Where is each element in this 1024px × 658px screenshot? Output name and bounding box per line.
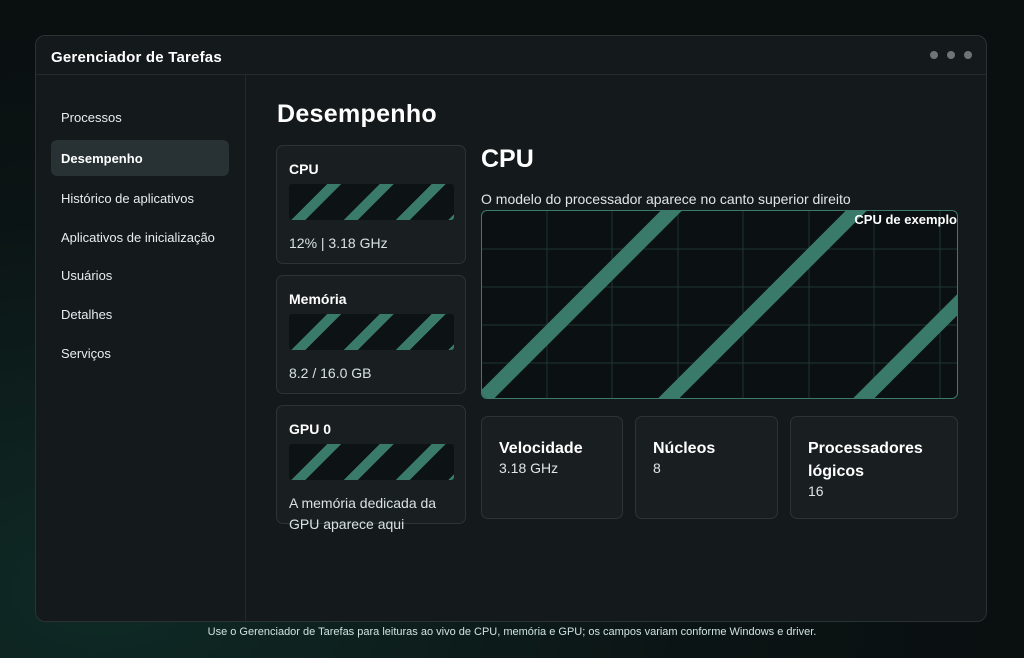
sidebar-item-label: Usuários	[61, 267, 113, 283]
cpu-graph-svg	[482, 211, 957, 398]
sidebar-item-label: Aplicativos de inicialização	[61, 229, 215, 245]
sidebar-item-historico[interactable]: Histórico de aplicativos	[51, 180, 229, 216]
stat-value: 16	[808, 483, 824, 499]
cpu-model-label: CPU de exemplo	[854, 212, 957, 227]
sidebar-item-label: Processos	[61, 109, 122, 125]
card-title: GPU 0	[289, 421, 332, 437]
card-title: Memória	[289, 291, 347, 307]
footer-note: Use o Gerenciador de Tarefas para leitur…	[207, 626, 817, 638]
detail-title: CPU	[481, 145, 534, 173]
window-control-dot-2[interactable]	[947, 51, 955, 59]
stat-label: Processadores lógicos	[808, 440, 923, 480]
sidebar-item-processos[interactable]: Processos	[51, 99, 229, 135]
card-value: 8.2 / 16.0 GB	[289, 365, 372, 381]
window-controls	[930, 51, 972, 59]
gpu-usage-sparkline	[289, 444, 454, 480]
sidebar-item-label: Serviços	[61, 345, 111, 361]
sidebar-item-inicializacao[interactable]: Aplicativos de inicialização	[51, 219, 229, 255]
title-bar: Gerenciador de Tarefas	[36, 36, 986, 75]
page-title: Desempenho	[277, 100, 437, 128]
graph-stripes	[482, 211, 957, 398]
sidebar-item-label: Detalhes	[61, 306, 113, 322]
stat-value: 3.18 GHz	[499, 460, 559, 476]
card-value: A memória dedicada da GPU aparece aqui	[289, 495, 437, 532]
stat-nucleos: Núcleos 8	[635, 416, 778, 519]
window-control-dot-1[interactable]	[930, 51, 938, 59]
window-control-dot-3[interactable]	[964, 51, 972, 59]
card-title: CPU	[289, 161, 319, 177]
stat-value: 8	[653, 460, 661, 476]
cpu-usage-graph: CPU de exemplo	[481, 210, 958, 399]
sidebar-item-label: Desempenho	[61, 150, 143, 166]
stat-label: Núcleos	[653, 440, 716, 457]
task-manager-window: Gerenciador de Tarefas Processos Desempe…	[35, 35, 987, 622]
sidebar: Processos Desempenho Histórico de aplica…	[36, 75, 246, 621]
memory-usage-sparkline	[289, 314, 454, 350]
app-title: Gerenciador de Tarefas	[51, 49, 222, 66]
perf-card-cpu[interactable]: CPU 12% | 3.18 GHz	[276, 145, 466, 264]
perf-card-gpu[interactable]: GPU 0 A memória dedicada da GPU aparece …	[276, 405, 466, 532]
stat-processadores-logicos: Processadores lógicos 16	[790, 416, 958, 519]
sidebar-item-desempenho[interactable]: Desempenho	[51, 140, 229, 176]
stat-label: Velocidade	[499, 440, 583, 457]
perf-card-memory[interactable]: Memória 8.2 / 16.0 GB	[276, 275, 466, 394]
sidebar-item-usuarios[interactable]: Usuários	[51, 257, 229, 293]
sidebar-item-detalhes[interactable]: Detalhes	[51, 296, 229, 332]
stat-velocidade: Velocidade 3.18 GHz	[481, 416, 623, 519]
cpu-usage-sparkline	[289, 184, 454, 220]
detail-description: O modelo do processador aparece no canto…	[481, 191, 851, 207]
sidebar-item-servicos[interactable]: Serviços	[51, 335, 229, 371]
sidebar-item-label: Histórico de aplicativos	[61, 190, 194, 206]
card-value: 12% | 3.18 GHz	[289, 235, 388, 251]
